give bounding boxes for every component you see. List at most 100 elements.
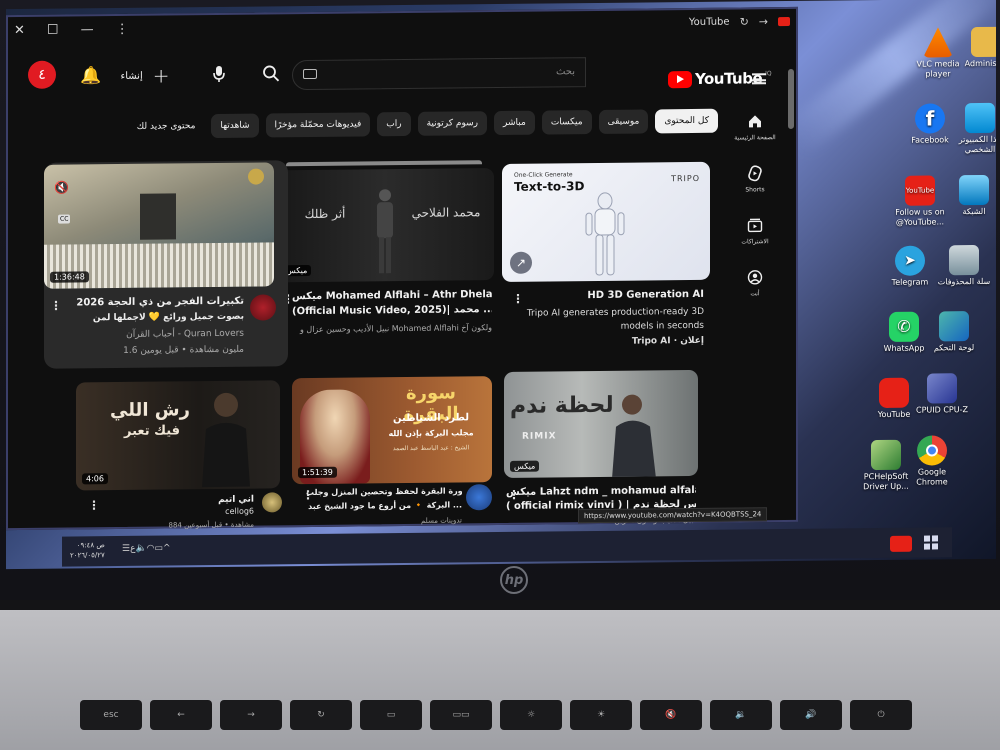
desktop-icon-whatsapp[interactable]: ✆ WhatsApp [876,311,932,354]
brightness-down-key[interactable]: ☼ [500,700,562,730]
volume-up-key[interactable]: 🔊 [780,700,842,730]
desktop-icon-network[interactable]: الشبكة [946,174,996,218]
esc-key[interactable]: esc [80,700,142,730]
video-title[interactable]: ميكس Mohamed Alflahi – Athr Dhelak [292,288,492,304]
bell-icon[interactable]: 🔔 [80,66,101,86]
forward-icon[interactable]: → [759,15,768,28]
wifi-icon[interactable]: ◠ [147,544,155,554]
minimize-icon[interactable]: — [81,22,94,37]
more-options-icon[interactable]: ⋮ [88,498,100,512]
maximize-icon[interactable]: ☐ [47,23,59,38]
video-thumbnail[interactable]: CC 🔇 1:36:48 [44,162,274,289]
video-channel[interactable]: تدوينات مسلم [306,514,462,528]
volume-down-key[interactable]: 🔉 [710,700,772,730]
desktop-icon-chrome[interactable]: Google Chrome [904,435,960,488]
channel-avatar[interactable] [250,294,276,321]
chip-live[interactable]: مباشر [494,110,535,136]
windows-start-icon[interactable] [924,535,938,550]
more-options-icon[interactable]: ⋮ [508,488,520,502]
video-title-line2[interactable]: البركة 🔸 من أروع ما جود الشيخ عبد ... [306,498,462,514]
channel-avatar[interactable] [262,492,282,513]
chip-cartoons[interactable]: رسوم كرتونية [417,111,488,136]
chip-watched[interactable]: شاهدتها [211,113,259,139]
plus-icon: + [152,63,170,88]
video-channel[interactable]: cellog6 [225,507,254,516]
notification-icon[interactable]: ☰ [122,544,130,554]
desktop-icon-recycle-bin[interactable]: سلة المحذوفات [936,244,992,288]
more-options-icon[interactable]: ⋮ [50,299,62,313]
video-title-line2[interactable]: (Official Music Video, 2025)| محمد ... [292,303,492,319]
video-title[interactable]: تكبيرات الفجر من ذي الحجة 2026 [54,295,244,311]
back-key[interactable]: ← [150,700,212,730]
video-channel: Tripo AI · إعلان [631,335,704,347]
video-thumbnail[interactable]: محمد الفلاحي أثر ظلك ميكس [276,168,494,283]
video-card-baqarah[interactable]: سورة البقرة لطرد الشياطين مجلب البركة بإ… [290,372,502,530]
battery-icon[interactable]: ▭ [155,544,164,554]
chip-all[interactable]: كل المحتوى [655,108,718,134]
desktop-icon-control-panel[interactable]: لوحة التحكم [926,311,982,354]
video-card-tripo[interactable]: One-Click Generate Text-to-3D TRIPO ↗ HD… [502,161,712,354]
video-card-ani-atim[interactable]: رش اللي فيك تعبر 4:06 اني اتيم cellog6 8… [74,378,286,534]
video-thumbnail[interactable]: One-Click Generate Text-to-3D TRIPO ↗ [502,161,710,282]
desktop-icon-follow-youtube[interactable]: YouTube Follow us on @YouTube... [892,175,948,228]
search-icon[interactable] [262,64,280,87]
video-card-lahzt-ndm[interactable]: لحظة ندم RIMIX ميكس ميكس Lahzt ndm _ moh… [502,364,722,526]
nav-shorts[interactable]: Shorts [730,165,780,194]
brightness-up-key[interactable]: ☀ [570,700,632,730]
create-button[interactable]: إنشاء + [114,61,176,90]
desktop-icon-facebook[interactable]: f Facebook [902,103,958,146]
video-title[interactable]: اني اتيم [134,493,254,508]
overview-key[interactable]: ▭▭ [430,700,492,730]
chip-mixes[interactable]: ميكسات [541,110,592,135]
more-options-icon[interactable]: ⋮ [302,488,314,502]
reload-icon[interactable]: ↻ [740,15,749,28]
refresh-key[interactable]: ↻ [290,700,352,730]
hamburger-menu-icon[interactable] [752,73,766,85]
more-icon[interactable]: ⋮ [116,22,129,37]
closed-captions-icon[interactable]: CC [58,214,71,224]
mute-key[interactable]: 🔇 [640,700,702,730]
vlc-icon [923,27,953,57]
facebook-icon: f [915,103,945,134]
video-card-alflahi[interactable]: محمد الفلاحي أثر ظلك ميكس ميكس Mohamed A… [276,160,496,352]
desktop-icon-telegram[interactable]: ➤ Telegram [882,245,938,288]
video-title[interactable]: HD 3D Generation AI [504,288,704,304]
desktop-icon-this-pc[interactable]: هذا الكمبيوتر الشخصي [952,102,996,156]
chip-music[interactable]: موسيقى [598,109,649,134]
channel-avatar[interactable] [466,484,492,511]
channel-logo-overlay-icon [248,168,264,185]
nav-home[interactable]: الصفحة الرئيسية [730,113,780,142]
volume-icon[interactable]: 🔈 [135,544,146,554]
video-card-takbeerat[interactable]: CC 🔇 1:36:48 تكبيرات الفجر من ذي الحجة 2… [44,160,288,369]
nav-you[interactable]: أنت [730,269,780,298]
clock[interactable]: ص ٠٩:٤٨ ٢٠٢٦/٠٥/٢٧ [70,540,105,560]
close-icon[interactable]: ✕ [14,23,25,38]
microphone-icon[interactable] [212,65,226,88]
system-tray-icons[interactable]: ☰ع🔈◠▭^ [122,543,171,554]
chip-new-to-you[interactable]: محتوى جديد لك [128,114,205,139]
tab-title[interactable]: YouTube [689,17,730,28]
notification-avatar[interactable]: ٤ [28,60,56,89]
arrow-button-icon[interactable]: ↗ [510,251,532,274]
more-options-icon[interactable]: ⋮ [512,292,524,306]
chip-rap[interactable]: راب [377,111,411,137]
forward-key[interactable]: → [220,700,282,730]
chip-recently-uploaded[interactable]: فيديوهات محمّلة مؤخرًا [265,112,371,138]
fullscreen-key[interactable]: ▭ [360,700,422,730]
chevron-up-icon[interactable]: ^ [163,543,171,553]
thumbnail-reciter: الشيخ : عبد الباسط عبد الصمد [392,444,470,453]
video-thumbnail[interactable]: رش اللي فيك تعبر 4:06 [76,380,280,491]
power-key[interactable]: ⏻ [850,700,912,730]
search-input[interactable]: بحث [292,57,586,91]
person-figure [202,392,250,488]
video-channel[interactable]: أحباب القرآن - Quran Lovers [126,329,244,340]
desktop-icon-admin[interactable]: Administ... [958,26,996,70]
nav-subscriptions[interactable]: الاشتراكات [730,217,780,246]
keyboard-icon[interactable] [303,68,317,80]
video-thumbnail[interactable]: سورة البقرة لطرد الشياطين مجلب البركة بإ… [292,376,492,485]
scrollbar[interactable] [788,68,794,129]
taskbar-youtube-icon[interactable] [890,535,912,552]
mute-icon[interactable]: 🔇 [54,181,69,195]
desktop-icon-cpuz[interactable]: CPUID CPU-Z [914,373,970,416]
video-thumbnail[interactable]: لحظة ندم RIMIX ميكس [504,369,698,478]
